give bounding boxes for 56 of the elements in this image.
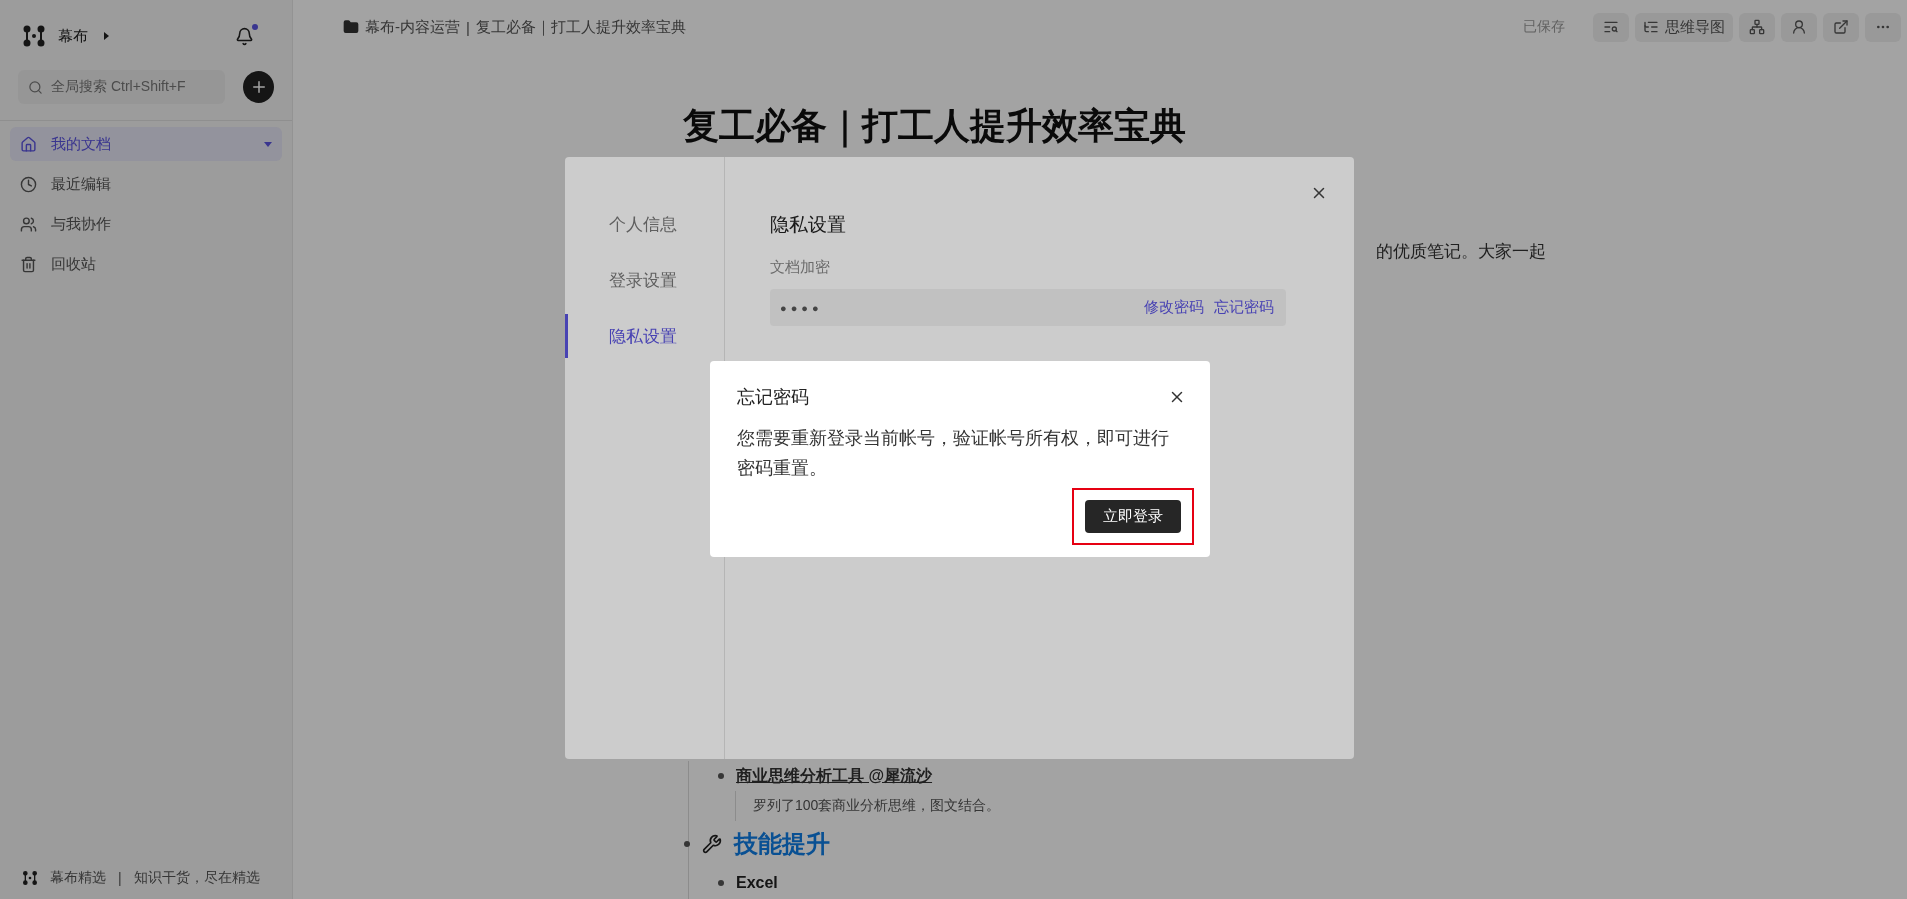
folder-icon [343, 19, 359, 35]
logo-icon [22, 24, 46, 48]
nav-icon [20, 215, 37, 233]
caret-icon [104, 32, 109, 40]
footer-slogan: 知识干货，尽在精选 [133, 869, 260, 887]
nav-icon [20, 255, 37, 273]
user-icon [1791, 19, 1807, 35]
breadcrumb-separator: | [466, 18, 470, 36]
search-field[interactable]: 全局搜索 Ctrl+Shift+F [18, 70, 225, 104]
settings-tab[interactable]: 隐私设置 [565, 314, 724, 358]
settings-tab[interactable]: 登录设置 [565, 258, 724, 302]
nav-icon [20, 135, 37, 153]
caret-icon [264, 141, 272, 147]
sidebar-item[interactable]: 回收站 [10, 247, 282, 281]
separator: | [118, 870, 122, 886]
brand-name[interactable]: 幕布 [58, 26, 88, 46]
save-status: 已保存 [1523, 18, 1565, 36]
outline-link[interactable]: 商业思维分析工具 @犀流沙 [736, 765, 933, 787]
network-icon [1749, 19, 1765, 35]
outline-item: Excel [736, 874, 778, 892]
bullet-icon [718, 880, 724, 886]
login-button[interactable]: 立即登录 [1085, 500, 1181, 533]
bullet-icon [718, 773, 724, 779]
dialog-message: 您需要重新登录当前帐号，验证帐号所有权，即可进行密码重置。 [737, 427, 1170, 480]
share-icon [1833, 19, 1849, 35]
breadcrumb-item[interactable]: 复工必备｜打工人提升效率宝典 [475, 17, 686, 37]
notification-icon[interactable] [235, 26, 254, 46]
network-button[interactable] [1739, 12, 1775, 42]
add-button[interactable] [243, 71, 274, 103]
search-outline-button[interactable] [1593, 12, 1629, 42]
search-list-icon [1603, 19, 1619, 35]
footer-brand[interactable]: 幕布精选 [50, 869, 106, 887]
sidebar-item[interactable]: 与我协作 [10, 207, 282, 241]
breadcrumb-item[interactable]: 幕布-内容运营 [365, 17, 460, 37]
bullet-icon [684, 841, 690, 847]
logo-icon [22, 870, 38, 886]
dialog-title: 忘记密码 [737, 386, 809, 409]
sidebar-item[interactable]: 最近编辑 [10, 167, 282, 201]
paragraph: 的优质笔记。大家一起 [1376, 241, 1547, 263]
collaborate-button[interactable] [1781, 12, 1817, 42]
nav-icon [20, 175, 37, 193]
document-title: 复工必备｜打工人提升效率宝典 [683, 104, 1186, 148]
section-heading: 隐私设置 [770, 213, 847, 237]
sidebar-item[interactable]: 我的文档 [10, 127, 282, 161]
share-button[interactable] [1823, 12, 1859, 42]
outline-heading: 技能提升 [734, 829, 830, 859]
item-note: 罗列了100套商业分析思维，图文结合。 [735, 791, 1907, 821]
mindmap-button[interactable]: 思维导图 [1635, 12, 1733, 42]
list-tree-icon [1643, 19, 1659, 35]
field-label: 文档加密 [770, 258, 831, 277]
settings-tab[interactable]: 个人信息 [565, 202, 724, 246]
password-link[interactable]: 修改密码 [1144, 298, 1204, 317]
password-field[interactable]: ●●●● 修改密码 忘记密码 [770, 289, 1286, 326]
wrench-icon [702, 834, 722, 854]
password-link[interactable]: 忘记密码 [1214, 298, 1274, 317]
search-icon [28, 79, 43, 95]
